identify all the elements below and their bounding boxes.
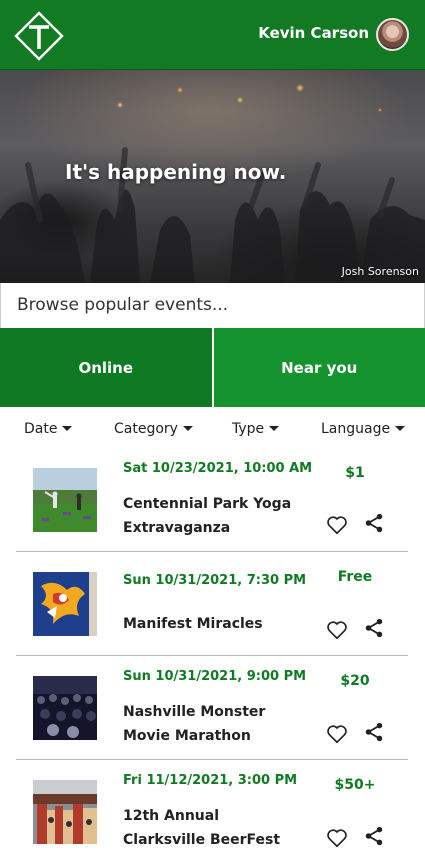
caret-down-icon: [62, 426, 73, 431]
app-logo-icon[interactable]: [14, 11, 64, 61]
app-header: Kevin Carson: [0, 0, 425, 70]
event-date: Fri 11/12/2021, 3:00 PM: [123, 773, 298, 788]
event-title[interactable]: Centennial Park Yoga Extravaganza: [123, 492, 293, 540]
caret-down-icon: [182, 426, 193, 431]
event-date: Sat 10/23/2021, 10:00 AM: [123, 461, 313, 476]
caret-down-icon: [395, 426, 406, 431]
event-title[interactable]: Nashville Monster Movie Marathon: [123, 700, 293, 748]
tab-near-you[interactable]: Near you: [213, 328, 425, 407]
user-name[interactable]: Kevin Carson: [258, 24, 369, 42]
browse-heading: Browse popular events...: [0, 283, 425, 328]
event-title[interactable]: Manifest Miracles: [123, 612, 293, 636]
share-icon[interactable]: [363, 617, 385, 639]
event-price: $1: [345, 465, 365, 481]
filter-type-label: Type: [232, 421, 265, 437]
heart-icon[interactable]: [326, 619, 348, 641]
filter-date[interactable]: Date: [24, 421, 73, 437]
heart-icon[interactable]: [326, 827, 348, 849]
filter-language[interactable]: Language: [321, 421, 406, 437]
share-icon[interactable]: [363, 512, 385, 534]
avatar[interactable]: [376, 18, 409, 51]
hero-banner: It's happening now. Josh Sorenson: [0, 70, 425, 283]
event-card[interactable]: Fri 11/12/2021, 3:00 PM 12th Annual Clar…: [16, 760, 408, 853]
beerfest-photo[interactable]: [33, 780, 97, 844]
event-price: $50+: [334, 777, 376, 793]
tab-online[interactable]: Online: [0, 328, 214, 407]
filter-type[interactable]: Type: [232, 421, 280, 437]
event-price: Free: [337, 569, 373, 585]
mode-tabs: Online Near you: [0, 328, 425, 407]
yoga-photo[interactable]: [33, 468, 97, 532]
filter-date-label: Date: [24, 421, 58, 437]
caret-down-icon: [269, 426, 280, 431]
filter-language-label: Language: [321, 421, 391, 437]
event-card[interactable]: Sat 10/23/2021, 10:00 AM Centennial Park…: [16, 448, 408, 552]
share-icon[interactable]: [363, 825, 385, 847]
art-photo[interactable]: [33, 572, 97, 636]
filter-bar: Date Category Type Language: [0, 407, 425, 450]
event-card[interactable]: Sun 10/31/2021, 7:30 PM Manifest Miracle…: [16, 552, 408, 656]
event-date: Sun 10/31/2021, 9:00 PM: [123, 669, 307, 684]
filter-category-label: Category: [114, 421, 178, 437]
heart-icon[interactable]: [326, 514, 348, 536]
share-icon[interactable]: [363, 721, 385, 743]
event-title[interactable]: 12th Annual Clarksville BeerFest: [123, 804, 293, 852]
event-card[interactable]: Sun 10/31/2021, 9:00 PM Nashville Monste…: [16, 656, 408, 760]
event-date: Sun 10/31/2021, 7:30 PM: [123, 573, 307, 588]
heart-icon[interactable]: [326, 723, 348, 745]
audience-photo[interactable]: [33, 676, 97, 740]
filter-category[interactable]: Category: [114, 421, 193, 437]
hero-tagline: It's happening now.: [65, 160, 287, 184]
event-price: $20: [340, 673, 370, 689]
photo-credit: Josh Sorenson: [341, 265, 419, 278]
